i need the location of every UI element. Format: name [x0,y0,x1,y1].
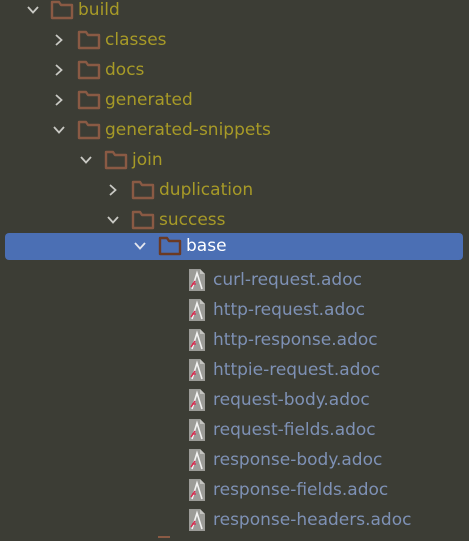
chevron-right-icon[interactable] [104,175,122,205]
asciidoc-file-icon [187,328,207,352]
chevron-right-icon[interactable] [50,25,68,55]
folder-icon [104,149,128,171]
tree-item-label: classes [105,30,167,50]
tree-item-label: duplication [159,180,254,200]
tree-item-file[interactable]: curl-request.adoc [0,265,469,295]
tree-item-label: response-headers.adoc [213,510,412,530]
tree-item-label: response-fields.adoc [213,480,389,500]
tree-item-build[interactable]: build [0,0,469,25]
asciidoc-file-icon [187,448,207,472]
tree-item-label: base [186,236,227,256]
chevron-down-icon[interactable] [24,0,42,25]
folder-icon [131,179,155,201]
folder-icon [158,235,182,257]
asciidoc-file-icon [187,268,207,292]
tree-item-classes[interactable]: classes [0,25,469,55]
folder-icon [158,536,170,541]
tree-item-file[interactable]: request-fields.adoc [0,415,469,445]
tree-item-file[interactable]: httpie-request.adoc [0,355,469,385]
tree-item-label: join [132,150,163,170]
tree-item-file[interactable]: http-response.adoc [0,325,469,355]
folder-icon [77,119,101,141]
tree-item-generated-snippets[interactable]: generated-snippets [0,115,469,145]
asciidoc-file-icon [187,418,207,442]
tree-item-label: httpie-request.adoc [213,360,381,380]
chevron-down-icon[interactable] [77,145,95,175]
tree-item-join[interactable]: join [0,145,469,175]
tree-item-label: http-request.adoc [213,300,366,320]
tree-item-label: request-body.adoc [213,390,370,410]
tree-item-label: generated [105,90,193,110]
tree-item-file[interactable]: http-request.adoc [0,295,469,325]
tree-item-generated[interactable]: generated [0,85,469,115]
tree-item-label: curl-request.adoc [213,270,362,290]
folder-icon [50,0,74,21]
tree-item-file[interactable]: response-body.adoc [0,445,469,475]
tree-item-label: generated-snippets [105,120,271,140]
asciidoc-file-icon [187,298,207,322]
folder-icon [77,59,101,81]
tree-item-label: docs [105,60,145,80]
tree-item-duplication[interactable]: duplication [0,175,469,205]
chevron-down-icon[interactable] [131,231,149,261]
chevron-right-icon[interactable] [50,85,68,115]
chevron-down-icon[interactable] [50,115,68,145]
tree-item-label: request-fields.adoc [213,420,376,440]
tree-item-file[interactable]: response-headers.adoc [0,505,469,535]
asciidoc-file-icon [187,508,207,532]
tree-item-label: http-response.adoc [213,330,378,350]
tree-item-file[interactable]: response-fields.adoc [0,475,469,505]
tree-item-base[interactable]: base [0,231,469,261]
tree-item-label: build [78,0,120,20]
folder-icon [77,29,101,51]
folder-icon [77,89,101,111]
tree-item-label: response-body.adoc [213,450,383,470]
folder-icon [131,209,155,231]
tree-item-docs[interactable]: docs [0,55,469,85]
asciidoc-file-icon [187,388,207,412]
tree-item-file[interactable]: request-body.adoc [0,385,469,415]
chevron-right-icon[interactable] [50,55,68,85]
project-tree: build classes docs generated generated-s… [0,0,469,541]
asciidoc-file-icon [187,358,207,382]
asciidoc-file-icon [187,478,207,502]
